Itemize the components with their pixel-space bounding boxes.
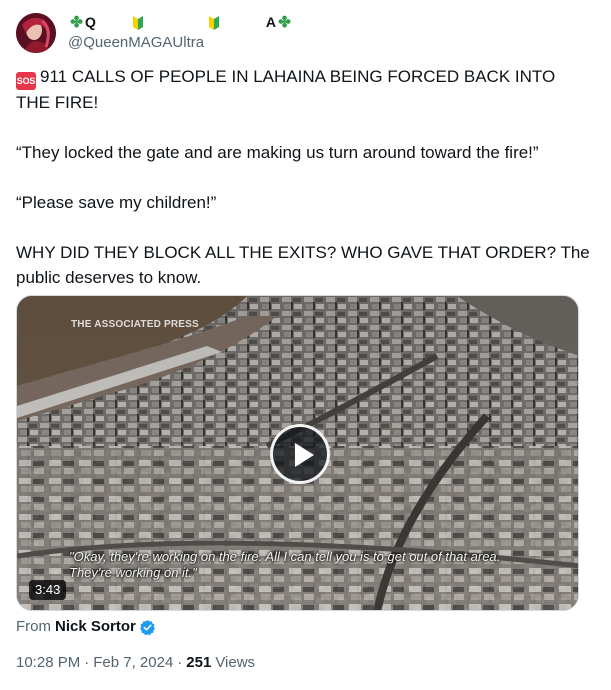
display-name[interactable]: ✤ Q A ✤ bbox=[68, 13, 293, 32]
tweet-paragraph: “They locked the gate and are making us … bbox=[16, 140, 591, 165]
separator-dot: · bbox=[84, 654, 90, 671]
author-names: ✤ Q A ✤ @QueenMAGAUltra bbox=[68, 13, 293, 53]
video-source: From Nick Sortor bbox=[16, 617, 156, 637]
tweet-time[interactable]: 10:28 PM bbox=[16, 653, 80, 673]
tweet-line: WHY DID THEY BLOCK ALL THE EXITS? WHO GA… bbox=[16, 243, 590, 287]
author-handle[interactable]: @QueenMAGAUltra bbox=[68, 33, 293, 53]
source-author-link[interactable]: Nick Sortor bbox=[55, 617, 136, 637]
source-prefix: From bbox=[16, 618, 51, 635]
views-count: 251 bbox=[186, 654, 212, 671]
sos-icon: SOS bbox=[16, 72, 36, 90]
japanese-beginner-symbol-icon bbox=[208, 15, 219, 30]
caption-line: They're working on it." bbox=[69, 565, 197, 580]
tweet-paragraph: SOS 911 CALLS OF PEOPLE IN LAHAINA BEING … bbox=[16, 64, 591, 115]
four-leaf-clover-icon: ✤ bbox=[70, 14, 83, 31]
play-button[interactable] bbox=[270, 424, 330, 484]
tweet-line: 911 CALLS OF PEOPLE IN LAHAINA BEING FOR… bbox=[16, 67, 556, 112]
four-leaf-clover-icon: ✤ bbox=[278, 14, 291, 31]
separator-dot: · bbox=[177, 654, 183, 671]
tweet-meta: 10:28 PM · Feb 7, 2024 · 251 Views bbox=[16, 653, 255, 673]
japanese-beginner-symbol-icon bbox=[132, 15, 143, 30]
video-player[interactable]: THE ASSOCIATED PRESS "Okay, they're work… bbox=[16, 295, 579, 611]
play-icon bbox=[295, 443, 314, 467]
avatar[interactable] bbox=[16, 13, 56, 53]
tweet-paragraph: “Please save my children!” bbox=[16, 190, 591, 215]
views-label: Views bbox=[215, 654, 256, 671]
verified-badge-icon bbox=[139, 619, 155, 635]
tweet-header: ✤ Q A ✤ @QueenMAGAUltra bbox=[16, 12, 293, 54]
video-duration: 3:43 bbox=[29, 580, 67, 600]
caption-line: "Okay, they're working on the fire. All … bbox=[69, 549, 501, 564]
tweet-text: SOS 911 CALLS OF PEOPLE IN LAHAINA BEING … bbox=[16, 64, 591, 290]
tweet-line: “They locked the gate and are making us … bbox=[16, 143, 539, 162]
video-caption: "Okay, they're working on the fire. All … bbox=[69, 549, 500, 581]
tweet-line: “Please save my children!” bbox=[16, 193, 217, 212]
video-watermark: THE ASSOCIATED PRESS bbox=[71, 319, 199, 330]
display-name-part: Q bbox=[85, 14, 96, 30]
display-name-part: A bbox=[265, 14, 277, 30]
tweet-date[interactable]: Feb 7, 2024 bbox=[93, 653, 173, 673]
tweet-paragraph: WHY DID THEY BLOCK ALL THE EXITS? WHO GA… bbox=[16, 240, 591, 290]
